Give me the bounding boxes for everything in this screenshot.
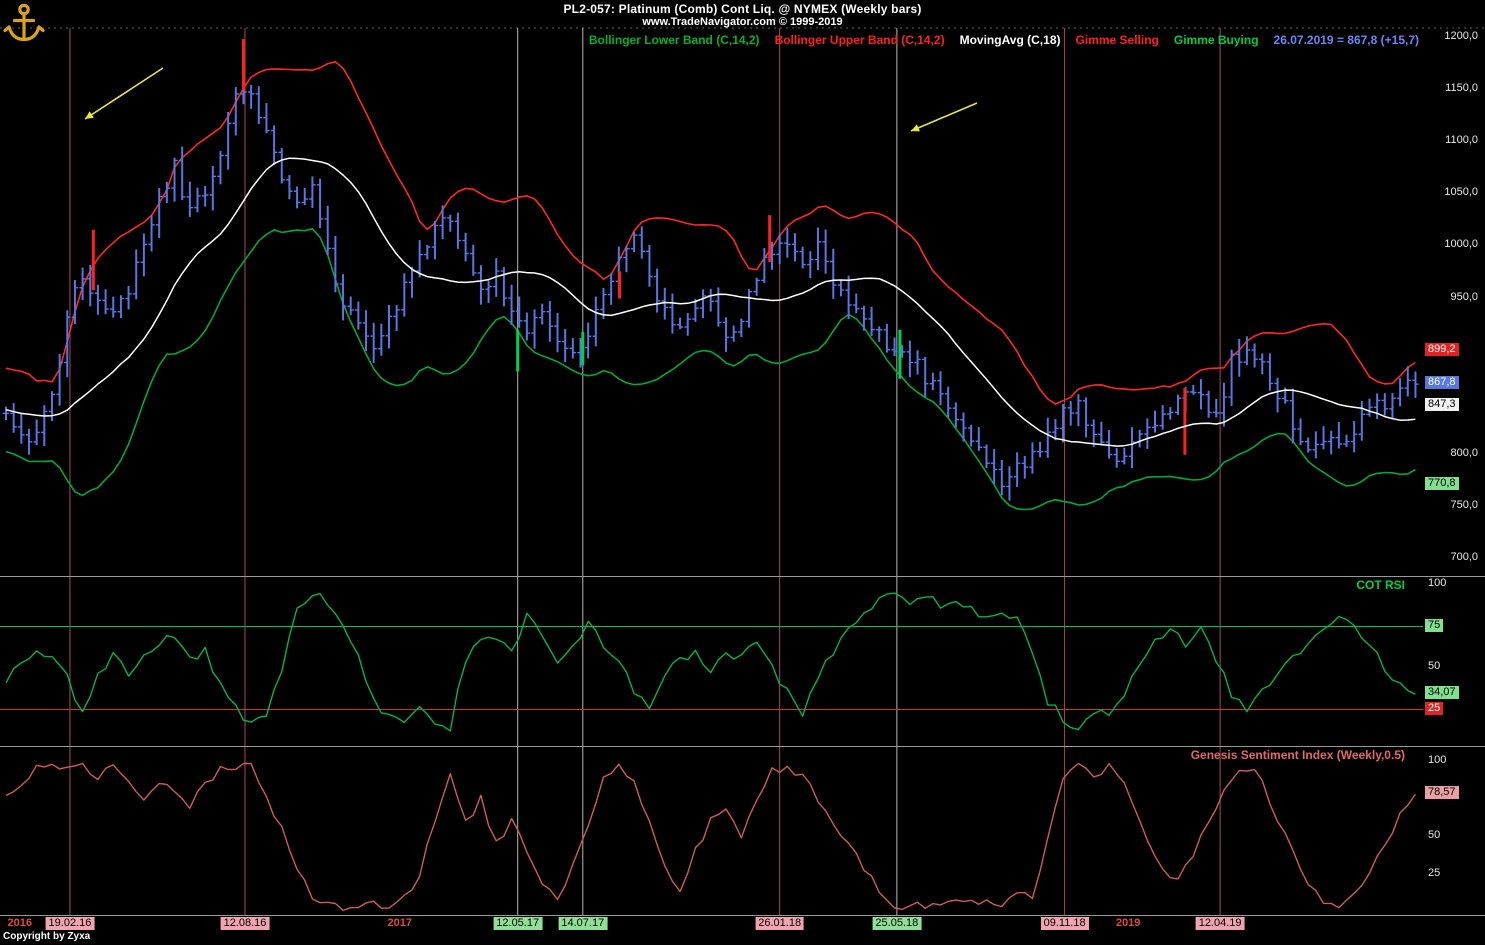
year-label: 2016: [5, 917, 35, 930]
legend-item[interactable]: Gimme Buying: [1174, 33, 1259, 47]
date-label: 09.11.18: [1041, 917, 1089, 930]
date-label: 12.04.19: [1196, 917, 1245, 930]
sentiment-panel-title: Genesis Sentiment Index (Weekly,0.5): [1191, 748, 1405, 762]
sentiment-axis-label: 78,57: [1425, 786, 1459, 799]
annotation-arrowhead-icon: [85, 111, 94, 119]
sentiment-axis-label: 100: [1425, 754, 1449, 767]
sentiment-axis-label: 25: [1425, 867, 1443, 880]
legend-item[interactable]: Gimme Selling: [1076, 33, 1159, 47]
cot-rsi-line: [6, 593, 1415, 731]
legend-item[interactable]: Bollinger Upper Band (C,14,2): [775, 33, 945, 47]
chart-canvas[interactable]: [0, 0, 1485, 945]
date-label: 25.05.18: [872, 917, 921, 930]
annotation-arrow: [85, 68, 163, 119]
date-label: 12.08.16: [221, 917, 270, 930]
date-label: 14.07.17: [558, 917, 607, 930]
copyright-text: Copyright by Zyxa: [3, 931, 90, 942]
annotation-arrow: [911, 103, 977, 131]
anchor-logo: [2, 1, 46, 50]
anchor-icon: [2, 1, 46, 45]
year-label: 2017: [384, 917, 414, 930]
sentiment-line: [6, 764, 1415, 911]
date-label: 19.02.16: [46, 917, 95, 930]
last-quote-label: 26.07.2019 = 867,8 (+15,7): [1274, 33, 1419, 47]
chart-legend: Bollinger Lower Band (C,14,2) Bollinger U…: [589, 33, 1419, 47]
legend-item[interactable]: MovingAvg (C,18): [960, 33, 1061, 47]
date-label: 26.01.18: [755, 917, 804, 930]
date-label: 12.05.17: [493, 917, 542, 930]
date-axis[interactable]: 2016 19.02.16 12.08.16 2017 12.05.17 14.07.17…: [0, 917, 1424, 933]
year-label: 2019: [1113, 917, 1143, 930]
bollinger-upper-band-line: [6, 62, 1415, 404]
cot-rsi-panel-title: COT RSI: [1356, 578, 1405, 592]
sentiment-axis[interactable]: 100 78,57 50 25: [1424, 0, 1485, 945]
legend-item[interactable]: Bollinger Lower Band (C,14,2): [589, 33, 760, 47]
sentiment-axis-label: 50: [1425, 829, 1443, 842]
